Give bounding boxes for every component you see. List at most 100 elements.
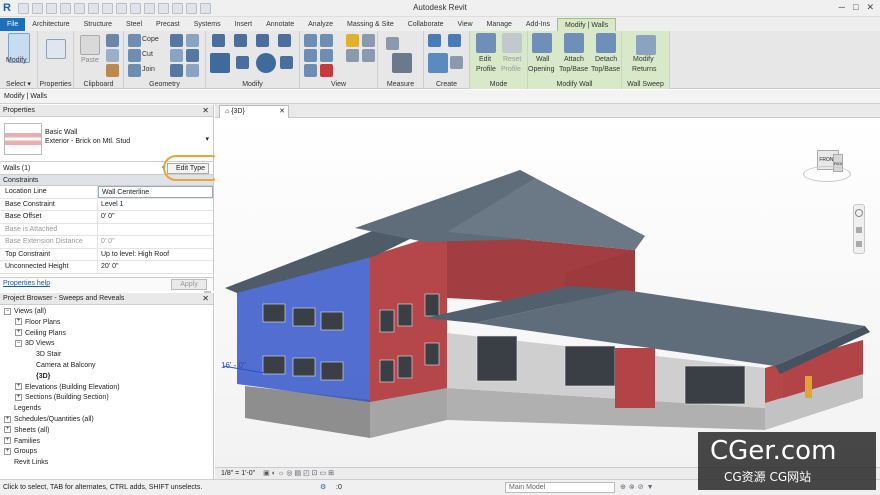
steering-wheel-icon[interactable] (855, 209, 863, 217)
copy-element-icon[interactable] (236, 56, 249, 69)
browser-item[interactable]: {3D} (0, 372, 213, 383)
isolate-icon[interactable] (362, 49, 375, 62)
close-icon[interactable]: ✕ (202, 293, 209, 305)
browser-item[interactable]: Legends (0, 404, 213, 415)
revit-logo[interactable]: R (3, 2, 15, 15)
browser-item[interactable]: + Sections (Building Section) (0, 393, 213, 404)
match-type-icon[interactable] (106, 64, 119, 77)
property-value[interactable]: 0' 0" (98, 236, 213, 248)
orbit-icon[interactable] (856, 241, 862, 247)
browser-item[interactable]: 3D Stair (0, 350, 213, 361)
text-icon[interactable] (130, 3, 141, 14)
tab-precast[interactable]: Precast (149, 18, 187, 31)
properties-icon[interactable] (46, 39, 66, 59)
tab-systems[interactable]: Systems (187, 18, 228, 31)
close-icon[interactable]: ✕ (866, 2, 874, 13)
join-label[interactable]: Join (142, 66, 155, 73)
select-box-icon[interactable] (346, 49, 359, 62)
close-icon[interactable]: ✕ (279, 106, 285, 118)
edit-profile-icon[interactable] (476, 33, 496, 53)
split-face-icon[interactable] (170, 34, 183, 47)
property-row[interactable]: Base is Attached (0, 223, 213, 236)
collapse-icon[interactable]: − (4, 307, 11, 315)
select-panel-label[interactable]: Select ▾ (0, 80, 37, 88)
rotate-icon[interactable] (256, 53, 276, 73)
viewcube-compass-ring[interactable] (803, 166, 851, 182)
mirror-draw-icon[interactable] (278, 34, 291, 47)
apply-button[interactable]: Apply (171, 279, 207, 290)
create-group-icon[interactable] (428, 53, 448, 73)
print-icon[interactable] (88, 3, 99, 14)
zoom-icon[interactable] (856, 227, 862, 233)
create-parts-icon[interactable] (448, 34, 461, 47)
cut-geometry-icon[interactable] (128, 49, 141, 62)
save-icon[interactable] (32, 3, 43, 14)
3d-view-icon[interactable] (144, 3, 155, 14)
tab-collaborate[interactable]: Collaborate (401, 18, 451, 31)
expand-icon[interactable]: + (4, 448, 11, 456)
demolish-icon[interactable] (170, 49, 183, 62)
selection-toggle-icons[interactable]: ⊕⊗⊘▼ (620, 480, 657, 495)
tab-architecture[interactable]: Architecture (25, 18, 76, 31)
minimize-icon[interactable]: ─ (839, 2, 845, 13)
wall-opening-icon[interactable] (532, 33, 552, 53)
tab-steel[interactable]: Steel (119, 18, 149, 31)
browser-item[interactable]: + Families (0, 437, 213, 448)
expand-icon[interactable]: + (15, 329, 22, 337)
expand-icon[interactable]: + (4, 426, 11, 434)
close-icon[interactable]: ✕ (202, 105, 209, 117)
selection-count[interactable]: Walls (1) (3, 165, 30, 172)
measure-icon[interactable] (102, 3, 113, 14)
array-icon[interactable] (304, 49, 317, 62)
navigation-bar[interactable] (853, 204, 865, 254)
expand-icon[interactable]: + (4, 415, 11, 423)
property-row[interactable]: Base Extension Distance 0' 0" (0, 236, 213, 249)
browser-item[interactable]: −3D Views (0, 339, 213, 350)
property-row[interactable]: Base Offset 0' 0" (0, 211, 213, 224)
expand-icon[interactable]: + (15, 383, 22, 391)
override-graphics-icon[interactable] (362, 34, 375, 47)
tab-view[interactable]: View (451, 18, 480, 31)
create-assembly-icon[interactable] (428, 34, 441, 47)
trim-icon[interactable] (280, 56, 293, 69)
move-icon[interactable] (210, 53, 230, 73)
drawing-canvas[interactable]: 16' - 0" FRONT RIGHT (215, 118, 880, 467)
expand-icon[interactable]: + (15, 318, 22, 326)
redo-icon[interactable] (74, 3, 85, 14)
delete-icon[interactable] (320, 64, 333, 77)
view-tab-3d[interactable]: ⌂ {3D} ✕ (219, 105, 289, 118)
maximize-icon[interactable]: □ (853, 2, 858, 13)
modify-returns-icon[interactable] (636, 35, 656, 55)
tab-modify-walls[interactable]: Modify | Walls (557, 18, 617, 31)
browser-item[interactable]: + Elevations (Building Elevation) (0, 383, 213, 394)
viewcube[interactable]: FRONT RIGHT (803, 146, 851, 188)
cut-label[interactable]: Cut (142, 51, 153, 58)
cope-label[interactable]: Cope (142, 36, 159, 43)
dimension-text[interactable]: 16' - 0" (221, 361, 246, 370)
section-icon[interactable] (158, 3, 169, 14)
detach-top-base-icon[interactable] (596, 33, 616, 53)
browser-item[interactable]: + Groups (0, 447, 213, 458)
mirror-axis-icon[interactable] (256, 34, 269, 47)
paint-icon[interactable] (186, 34, 199, 47)
join-icon[interactable] (128, 64, 141, 77)
browser-item[interactable]: + Sheets (all) (0, 426, 213, 437)
worksharing-icon[interactable]: ⚙ (320, 480, 330, 494)
browser-item[interactable]: − Views (all) (0, 307, 213, 318)
browser-item[interactable]: + Schedules/Quantities (all) (0, 415, 213, 426)
view-control-icons[interactable]: ▣◐☼◎▤◰⊡▭⊞ (263, 468, 383, 479)
unjoin-icon[interactable] (170, 64, 183, 77)
align-icon[interactable] (212, 34, 225, 47)
wall-joins-icon[interactable] (186, 49, 199, 62)
tab-insert[interactable]: Insert (228, 18, 260, 31)
browser-item[interactable]: Camera at Balcony (0, 361, 213, 372)
undo-icon[interactable] (60, 3, 71, 14)
tab-file[interactable]: File (0, 18, 26, 31)
browser-item[interactable]: + Ceiling Plans (0, 329, 213, 340)
split-icon[interactable] (304, 34, 317, 47)
open-icon[interactable] (18, 3, 29, 14)
cope-icon[interactable] (128, 34, 141, 47)
view-scale[interactable]: 1/8" = 1'-0" (221, 470, 255, 477)
property-value[interactable]: Wall Centerline (98, 186, 213, 198)
copy-icon[interactable] (106, 49, 119, 62)
